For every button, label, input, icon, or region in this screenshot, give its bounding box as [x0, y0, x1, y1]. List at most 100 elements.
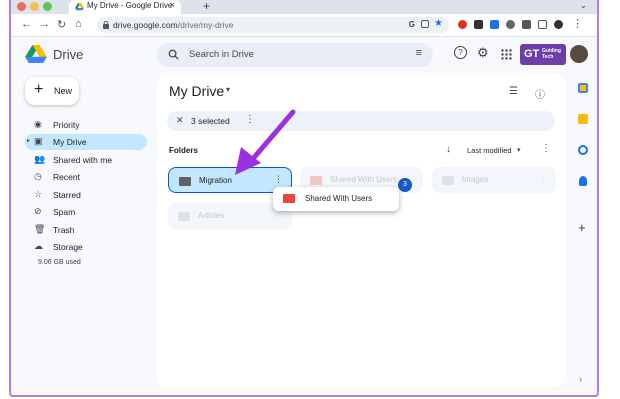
sort-direction-icon[interactable]: ↓ — [446, 144, 451, 155]
sidebar-item-shared-with-me[interactable]: 👥 Shared with me — [25, 152, 147, 168]
priority-icon: ◉ — [34, 119, 42, 129]
google-lens-icon[interactable]: G — [409, 20, 415, 29]
folder-item-images[interactable]: Images ⋮ — [432, 167, 556, 193]
new-button[interactable]: + New — [25, 77, 79, 105]
profile-avatar-icon[interactable] — [554, 20, 563, 29]
clear-selection-icon[interactable]: ✕ — [176, 115, 184, 126]
sidebar-item-label: Storage — [53, 242, 83, 252]
contacts-icon[interactable] — [579, 176, 587, 186]
sidebar-item-label: My Drive — [53, 137, 87, 147]
sidebar-item-label: Priority — [53, 120, 80, 130]
folder-icon — [442, 176, 454, 185]
folder-name: Images — [462, 175, 489, 184]
extension-eye-icon[interactable] — [506, 20, 515, 29]
maximize-window-button[interactable] — [43, 2, 52, 11]
new-button-label: New — [54, 86, 73, 96]
browser-window: My Drive - Google Drive × + ⌄ ← → ↻ ⌂ dr… — [9, 0, 599, 397]
sidebar-item-label: Spam — [53, 207, 76, 217]
forward-icon[interactable]: → — [39, 18, 50, 30]
chevron-down-icon[interactable]: ▾ — [517, 146, 521, 154]
sidebar-item-trash[interactable]: 🗑 Trash — [25, 222, 147, 238]
sidebar-item-my-drive[interactable]: ▸ ▣ My Drive — [25, 134, 147, 150]
badge-subtext: Guiding Tech — [542, 48, 561, 60]
extensions-puzzle-icon[interactable] — [522, 20, 531, 29]
tasks-icon[interactable] — [578, 145, 588, 155]
get-addons-icon[interactable]: + — [578, 220, 586, 235]
info-icon[interactable]: ⓘ — [535, 86, 545, 101]
expand-arrow-icon[interactable]: ▸ — [27, 137, 30, 144]
search-icon[interactable] — [168, 49, 179, 60]
selection-toolbar: ✕ 3 selected ⋮ — [167, 111, 555, 131]
drag-count-badge: 3 — [398, 178, 412, 192]
bookmark-star-icon[interactable]: ★ — [434, 18, 443, 29]
new-tab-button[interactable]: + — [203, 0, 210, 13]
page-title[interactable]: My Drive — [169, 83, 224, 99]
account-avatar[interactable] — [570, 45, 588, 63]
section-heading: Folders — [169, 146, 198, 155]
settings-icon[interactable]: ⚙ — [477, 45, 489, 61]
workspace-badge[interactable]: GT Guiding Tech — [520, 44, 566, 65]
url-text: drive.google.com/drive/my-drive — [113, 20, 233, 30]
close-window-button[interactable] — [17, 2, 26, 11]
lock-icon — [103, 21, 109, 29]
tab-title: My Drive - Google Drive — [87, 1, 173, 10]
sidebar-item-spam[interactable]: ⊘ Spam — [25, 204, 147, 220]
sidebar-item-label: Starred — [53, 190, 81, 200]
tab-close-icon[interactable]: × — [170, 0, 175, 10]
main-content: My Drive ▾ ☰ ⓘ ✕ 3 selected ⋮ Folders ↓ … — [157, 73, 565, 387]
more-options-icon[interactable]: ⋮ — [539, 173, 548, 184]
sidebar-item-storage[interactable]: ☁ Storage — [25, 239, 147, 255]
drive-app: Drive Search in Drive ≡ ? ⚙ GT Guiding T… — [11, 37, 597, 395]
calendar-icon[interactable] — [578, 83, 588, 93]
list-view-icon[interactable]: ☰ — [509, 86, 518, 97]
brand-name[interactable]: Drive — [53, 47, 83, 62]
folder-icon — [179, 177, 191, 186]
google-apps-icon[interactable] — [501, 49, 512, 60]
search-input[interactable]: Search in Drive — [189, 49, 254, 60]
shared-icon: 👥 — [34, 154, 46, 164]
annotation-arrow-icon — [235, 109, 296, 175]
sort-field-button[interactable]: Last modified — [467, 146, 512, 155]
translate-icon[interactable] — [421, 20, 429, 28]
search-options-icon[interactable]: ≡ — [416, 47, 422, 59]
side-panel-icon[interactable] — [538, 20, 547, 29]
keep-icon[interactable] — [578, 114, 588, 124]
browser-toolbar: ← → ↻ ⌂ drive.google.com/drive/my-drive … — [11, 14, 597, 37]
star-icon: ☆ — [34, 189, 43, 199]
sidebar-item-starred[interactable]: ☆ Starred — [25, 187, 147, 203]
plus-icon: + — [34, 81, 44, 98]
browser-tab[interactable]: My Drive - Google Drive × — [69, 0, 181, 14]
folder-name: Articles — [198, 211, 225, 220]
minimize-window-button[interactable] — [30, 2, 39, 11]
url-path: /drive/my-drive — [177, 20, 234, 30]
folder-icon — [283, 194, 295, 203]
clock-icon: ◷ — [34, 171, 42, 181]
my-drive-icon: ▣ — [34, 136, 43, 146]
reload-icon[interactable]: ↻ — [57, 18, 66, 31]
drive-logo-icon[interactable] — [25, 45, 47, 63]
cloud-icon: ☁ — [34, 241, 43, 251]
browser-menu-icon[interactable]: ⋮ — [572, 17, 583, 30]
tab-search-icon[interactable]: ⌄ — [579, 0, 587, 11]
extension-incognito-icon[interactable] — [474, 20, 483, 29]
back-icon[interactable]: ← — [21, 18, 32, 30]
folder-name: Shared With Users — [330, 175, 398, 184]
extension-translate-icon[interactable] — [490, 20, 499, 29]
hide-side-panel-icon[interactable]: › — [579, 374, 582, 384]
extension-red-icon[interactable] — [458, 20, 467, 29]
home-icon[interactable]: ⌂ — [75, 18, 82, 30]
folder-name: Migration — [199, 176, 232, 185]
view-options-icon[interactable]: ⋮ — [541, 143, 551, 154]
storage-usage-text: 9.06 GB used — [38, 259, 81, 266]
drag-preview-label: Shared With Users — [305, 194, 373, 203]
tab-strip: My Drive - Google Drive × + ⌄ — [11, 0, 597, 14]
spam-icon: ⊘ — [34, 206, 42, 216]
sidebar-item-recent[interactable]: ◷ Recent — [25, 169, 147, 185]
chevron-down-icon[interactable]: ▾ — [226, 85, 230, 94]
help-icon[interactable]: ? — [454, 46, 467, 59]
sidebar-item-priority[interactable]: ◉ Priority — [25, 117, 147, 133]
address-bar[interactable]: drive.google.com/drive/my-drive G ★ — [97, 17, 449, 33]
search-bar[interactable]: Search in Drive ≡ — [157, 43, 433, 67]
selection-count: 3 selected — [191, 116, 230, 126]
folder-icon — [178, 212, 190, 221]
